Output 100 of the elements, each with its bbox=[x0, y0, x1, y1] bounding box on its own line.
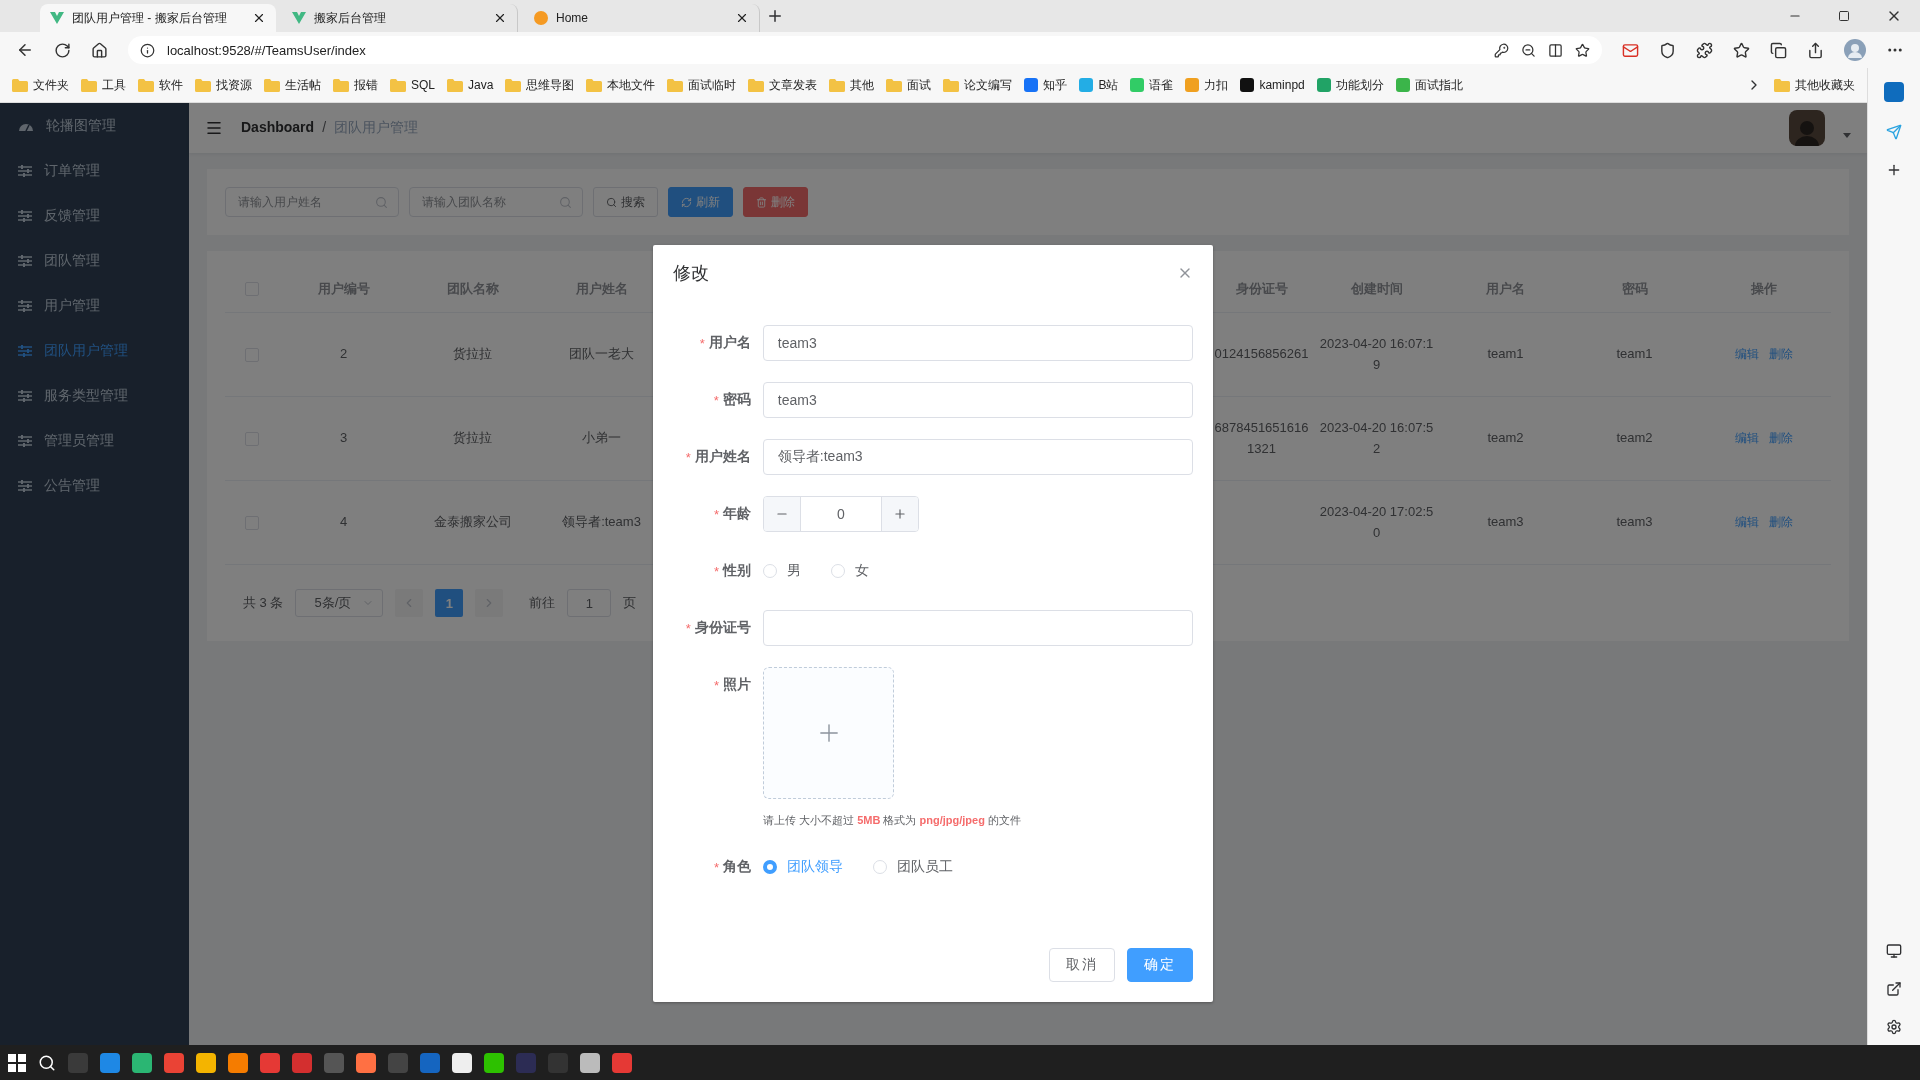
menu-icon[interactable] bbox=[205, 119, 223, 137]
sliders-icon bbox=[18, 254, 32, 267]
bookmark-link[interactable]: 找资源 bbox=[195, 76, 252, 94]
shield-icon[interactable] bbox=[1659, 41, 1676, 59]
trash-icon bbox=[756, 196, 767, 208]
table-cell-text: team1 bbox=[1616, 345, 1653, 364]
key-icon[interactable] bbox=[1494, 42, 1509, 58]
add-icon[interactable] bbox=[1886, 162, 1902, 178]
close-icon[interactable] bbox=[252, 11, 266, 25]
split-icon[interactable] bbox=[1548, 42, 1563, 58]
mail-icon[interactable] bbox=[1622, 41, 1639, 59]
input-field[interactable]: 领导者:team3 bbox=[762, 439, 1193, 475]
bookmark-link[interactable]: 工具 bbox=[81, 76, 126, 94]
table-cell-text: 3 bbox=[339, 429, 348, 448]
app-icon[interactable] bbox=[228, 1052, 248, 1073]
table-cell-text: 0124156856261 bbox=[1214, 345, 1309, 364]
input-field[interactable] bbox=[762, 610, 1193, 646]
monitor-icon[interactable] bbox=[1886, 943, 1902, 959]
bookmark-link[interactable]: 软件 bbox=[138, 76, 183, 94]
external-link-icon[interactable] bbox=[1886, 981, 1902, 997]
search-icon[interactable] bbox=[38, 1053, 56, 1072]
radio-option[interactable]: 女 bbox=[831, 562, 869, 580]
windows-icon[interactable] bbox=[8, 1053, 26, 1072]
field-label: 角色 bbox=[723, 858, 751, 876]
required-mark: * bbox=[713, 563, 719, 579]
share-icon[interactable] bbox=[1807, 41, 1824, 59]
restore-icon[interactable] bbox=[1838, 10, 1850, 22]
bookmark-link[interactable]: 本地文件 bbox=[586, 76, 656, 94]
circle-icon bbox=[534, 11, 548, 25]
reload-icon[interactable] bbox=[54, 41, 71, 59]
zoom-out-icon[interactable] bbox=[1521, 42, 1536, 58]
collections-icon[interactable] bbox=[1770, 41, 1787, 59]
bookmark-link[interactable]: 其他 bbox=[829, 76, 875, 94]
star-icon[interactable] bbox=[1733, 41, 1750, 59]
folder-icon bbox=[264, 78, 280, 92]
bookmark-link[interactable]: 知乎 bbox=[1024, 76, 1068, 94]
table-cell-text: 4 bbox=[339, 513, 348, 532]
leaf-icon bbox=[50, 11, 64, 25]
back-icon[interactable] bbox=[16, 41, 34, 59]
dialog-button[interactable]: 取消 bbox=[1049, 948, 1115, 982]
radio-option[interactable]: 男 bbox=[763, 562, 801, 580]
app-icon[interactable] bbox=[484, 1052, 504, 1073]
table-cell-text: team2 bbox=[1616, 429, 1653, 448]
bookmark-link[interactable]: Java bbox=[447, 78, 494, 92]
required-mark: * bbox=[685, 620, 691, 636]
page-size-select[interactable]: 5条/页 bbox=[295, 589, 384, 617]
bookmark-link[interactable]: 思维导图 bbox=[505, 76, 575, 94]
folder-icon bbox=[829, 78, 846, 92]
refresh-icon bbox=[681, 196, 692, 208]
bookmark-link[interactable]: 文章发表 bbox=[748, 76, 818, 94]
close-icon[interactable] bbox=[735, 11, 749, 25]
folder-icon bbox=[1774, 78, 1790, 92]
required-mark: * bbox=[713, 392, 719, 408]
home-icon[interactable] bbox=[91, 41, 108, 59]
input-field[interactable]: team3 bbox=[762, 382, 1193, 418]
bookmark-link[interactable]: 其他收藏夹 bbox=[1774, 76, 1855, 94]
app-icon[interactable] bbox=[132, 1052, 152, 1073]
caret-icon[interactable] bbox=[1843, 132, 1851, 138]
bookmark-link[interactable]: 生活帖 bbox=[264, 76, 321, 94]
table-cell-text: 金泰搬家公司 bbox=[433, 513, 512, 532]
bookmark-link[interactable]: 力扣 bbox=[1185, 76, 1229, 94]
browser-tab[interactable]: 团队用户管理 - 搬家后台管理 bbox=[40, 4, 276, 32]
send-icon[interactable] bbox=[1886, 124, 1902, 140]
bookmark-link[interactable]: 文件夹 bbox=[12, 76, 69, 94]
star-icon[interactable] bbox=[1575, 42, 1590, 58]
folder-icon bbox=[447, 78, 463, 92]
info-icon bbox=[140, 42, 155, 58]
app-icon[interactable] bbox=[196, 1052, 216, 1073]
address-bar[interactable]: localhost:9528/#/TeamsUser/index bbox=[128, 36, 1602, 64]
app-icon[interactable] bbox=[452, 1052, 472, 1073]
user-avatar[interactable] bbox=[1789, 110, 1825, 146]
puzzle-icon[interactable] bbox=[1696, 41, 1713, 59]
new-tab-icon[interactable] bbox=[766, 7, 784, 25]
input-field[interactable]: team3 bbox=[762, 325, 1193, 361]
breadcrumb-separator: / bbox=[322, 119, 326, 135]
bookmark-link[interactable]: 报错 bbox=[333, 76, 378, 94]
app-icon[interactable] bbox=[580, 1052, 600, 1073]
folder-icon bbox=[667, 78, 684, 92]
sliders-icon bbox=[18, 344, 32, 357]
bookmark-link[interactable]: B站 bbox=[1079, 76, 1119, 94]
bookmark-link[interactable]: 面试指北 bbox=[1395, 76, 1463, 94]
bookmark-link[interactable]: 功能划分 bbox=[1316, 76, 1384, 94]
bookmark-link[interactable]: 面试临时 bbox=[667, 76, 737, 94]
table-cell-text: 2 bbox=[339, 345, 348, 364]
close-icon[interactable] bbox=[493, 11, 507, 25]
search-icon bbox=[559, 195, 572, 209]
bookmark-link[interactable]: kaminpd bbox=[1240, 78, 1305, 92]
radio-icon[interactable] bbox=[763, 860, 777, 874]
breadcrumb-link[interactable]: Dashboard bbox=[241, 119, 315, 135]
folder-icon bbox=[12, 78, 28, 92]
bookmark-link[interactable]: SQL bbox=[390, 78, 435, 92]
bookmark-link[interactable]: 语雀 bbox=[1130, 76, 1174, 94]
table-cell-text: team3 bbox=[1616, 513, 1653, 532]
bookmark-link[interactable]: 论文编写 bbox=[943, 76, 1013, 94]
bookmark-link[interactable]: 面试 bbox=[886, 76, 932, 94]
table-cell-text: team1 bbox=[1487, 345, 1524, 364]
settings-icon[interactable] bbox=[1886, 1019, 1902, 1035]
radio-option[interactable]: 团队员工 bbox=[873, 858, 953, 876]
app-icon[interactable] bbox=[356, 1052, 376, 1073]
toolbar-button[interactable]: 搜索 bbox=[593, 187, 658, 217]
